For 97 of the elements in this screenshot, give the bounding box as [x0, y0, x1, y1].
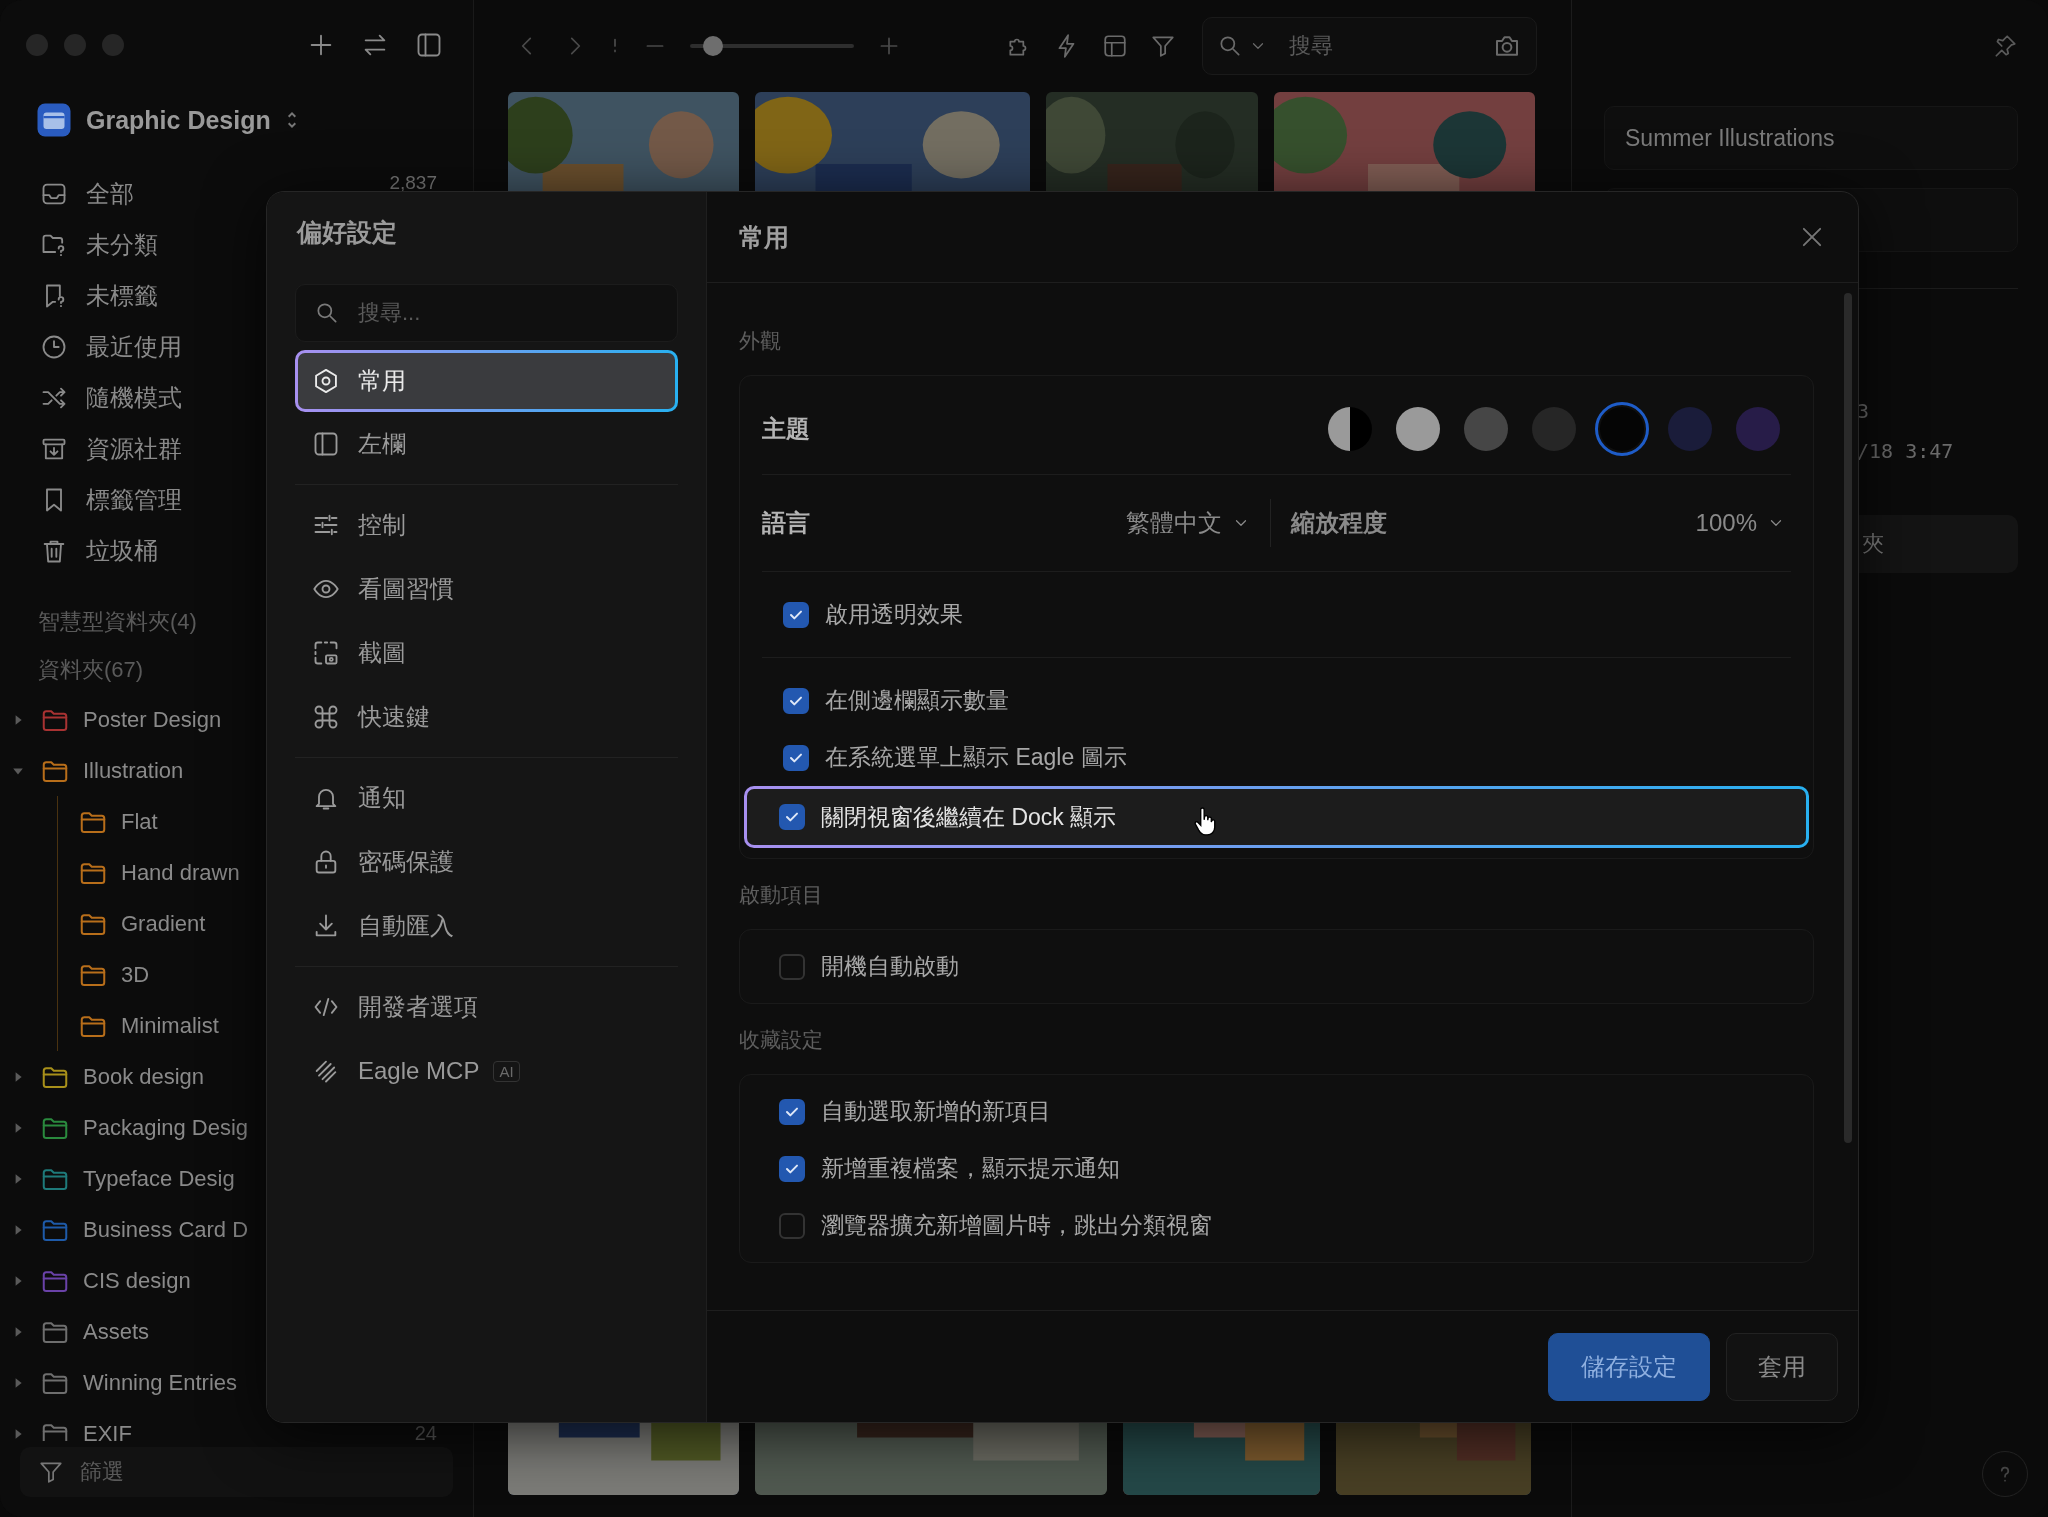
checkbox-option[interactable]: 在側邊欄顯示數量: [762, 672, 1791, 729]
section-heading: 啟動項目: [739, 882, 824, 908]
nav-label: 通知: [358, 783, 406, 813]
folder-item[interactable]: Typeface Desig: [0, 1153, 473, 1204]
nav-label: 常用: [358, 366, 406, 396]
filter-input[interactable]: 篩選: [78, 1458, 382, 1486]
language-dropdown[interactable]: 繁體中文: [1126, 507, 1270, 539]
checkbox-option[interactable]: 啟用透明效果: [762, 586, 1791, 643]
nav-item[interactable]: 密碼保護: [295, 830, 678, 894]
checkbox-option[interactable]: 新增重複檔案，顯示提示通知: [758, 1140, 1795, 1197]
nav-label: 看圖習慣: [358, 574, 454, 604]
ai-badge: AI: [493, 1060, 520, 1082]
nav-label: 自動匯入: [358, 911, 454, 941]
info-text: 3: [1857, 399, 1871, 425]
nav-item[interactable]: 控制: [295, 493, 678, 557]
name-field[interactable]: Summer Illustrations: [1604, 106, 2018, 170]
checkbox[interactable]: [783, 744, 809, 771]
search-bar[interactable]: 搜尋: [1201, 17, 1537, 75]
nav-item[interactable]: 截圖: [295, 621, 678, 685]
sidebar-item-label: 全部: [86, 178, 134, 209]
sidebar-item-label: 垃圾桶: [86, 535, 158, 566]
option-label: 關閉視窗後繼續在 Dock 顯示: [821, 802, 1117, 832]
sidebar-item-label: 未分類: [86, 229, 158, 260]
sidebar-item-label: 隨機模式: [86, 382, 182, 413]
filter-bar[interactable]: 篩選: [20, 1447, 453, 1497]
checkbox-option[interactable]: 瀏覽器擴充新增圖片時，跳出分類視窗: [758, 1197, 1795, 1254]
nav-item[interactable]: 開發者選項: [295, 975, 678, 1039]
command-icon: [312, 703, 340, 731]
option-label: 開機自動啟動: [821, 952, 959, 981]
page-title: 常用: [739, 221, 789, 253]
option-label: 在側邊欄顯示數量: [825, 686, 1009, 715]
apply-button[interactable]: 套用: [1726, 1332, 1838, 1401]
folder-item[interactable]: Winning Entries: [0, 1357, 473, 1408]
screenshot-icon: [312, 639, 340, 667]
nav-item[interactable]: 快速鍵: [295, 685, 678, 749]
search-bar[interactable]: 搜尋...: [295, 284, 678, 342]
option-label: 啟用透明效果: [825, 600, 963, 629]
section-heading: 外觀: [739, 328, 782, 354]
nav-item[interactable]: 通知: [295, 766, 678, 830]
nav-item[interactable]: 常用: [295, 350, 678, 412]
library-switcher[interactable]: Graphic Design: [0, 90, 473, 150]
folder-item[interactable]: Assets: [0, 1306, 473, 1357]
nav-label: 開發者選項: [358, 992, 478, 1022]
search-field[interactable]: 搜尋: [1286, 32, 1481, 60]
checkbox[interactable]: [779, 953, 805, 980]
option-label: 在系統選單上顯示 Eagle 圖示: [825, 743, 1127, 772]
folder-item[interactable]: CIS design: [0, 1255, 473, 1306]
search-field[interactable]: 搜尋...: [356, 299, 620, 327]
sidebar-item-label: 資源社群: [86, 433, 182, 464]
info-text: /18 3:47: [1857, 439, 1955, 465]
setting-label: 縮放程度: [1291, 508, 1388, 538]
checkbox[interactable]: [779, 804, 805, 830]
option-label: 自動選取新增的新項目: [821, 1097, 1051, 1126]
option-label: 瀏覽器擴充新增圖片時，跳出分類視窗: [821, 1211, 1212, 1240]
scrollbar[interactable]: [1844, 293, 1852, 1143]
filter-icon[interactable]: [1149, 33, 1176, 59]
sidebar-icon: [312, 430, 340, 458]
checkbox[interactable]: [779, 1098, 805, 1125]
option-label: 新增重複檔案，顯示提示通知: [821, 1154, 1120, 1183]
folder-item[interactable]: Packaging Desig: [0, 1102, 473, 1153]
library-icon: [36, 102, 72, 138]
filter-icon: [38, 1459, 64, 1485]
section-heading: 收藏設定: [739, 1027, 824, 1053]
setting-label: 主題: [762, 414, 811, 444]
zoom-slider[interactable]: [690, 34, 855, 58]
nav-label: Eagle MCP: [358, 1057, 480, 1085]
checkbox-option[interactable]: 開機自動啟動: [758, 938, 1795, 995]
nav-label: 快速鍵: [358, 702, 430, 732]
nav-label: 密碼保護: [358, 847, 454, 877]
checkbox[interactable]: [783, 687, 809, 714]
checkbox-option[interactable]: 關閉視窗後繼續在 Dock 顯示: [744, 786, 1809, 848]
sidebar-item-label: 標籤管理: [86, 484, 182, 515]
nav-label: 截圖: [358, 638, 406, 668]
zoom-dropdown[interactable]: 100%: [1695, 509, 1791, 537]
item-count: 2,837: [389, 171, 437, 194]
setting-label: 語言: [762, 508, 811, 538]
theme-swatch[interactable]: [1595, 402, 1649, 456]
nav-label: 左欄: [358, 429, 406, 459]
folder-item[interactable]: Business Card D: [0, 1204, 473, 1255]
nav-item[interactable]: 自動匯入: [295, 894, 678, 958]
dialog-title: 偏好設定: [295, 216, 398, 248]
checkbox-option[interactable]: 自動選取新增的新項目: [758, 1083, 1795, 1140]
checkbox[interactable]: [783, 601, 809, 628]
nav-label: 控制: [358, 510, 406, 540]
nav-item[interactable]: 左欄: [295, 412, 678, 476]
layout-icon[interactable]: [1101, 33, 1128, 59]
sidebar-item-label: 未標籤: [86, 280, 158, 311]
sidebar-item[interactable]: 全部 2,837: [0, 168, 473, 219]
nav-item[interactable]: Eagle MCP AI: [295, 1039, 678, 1103]
settings-icon: [312, 367, 340, 395]
sidebar-icon[interactable]: [415, 31, 443, 59]
nav-item[interactable]: 看圖習慣: [295, 557, 678, 621]
save-button[interactable]: 儲存設定: [1548, 1332, 1710, 1401]
checkbox-option[interactable]: 在系統選單上顯示 Eagle 圖示: [762, 729, 1791, 786]
checkbox[interactable]: [779, 1212, 805, 1239]
checkbox[interactable]: [779, 1155, 805, 1182]
sidebar-item-label: 最近使用: [86, 331, 182, 362]
